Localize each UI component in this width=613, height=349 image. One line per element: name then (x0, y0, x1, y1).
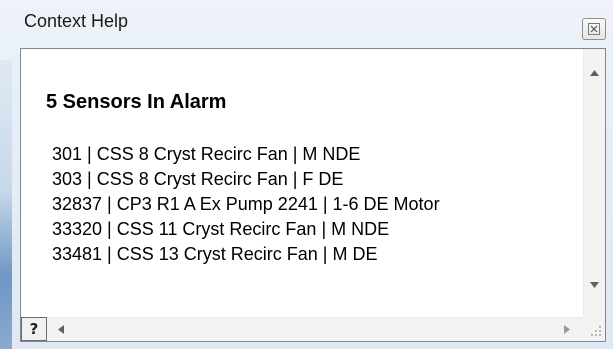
title-bar[interactable]: Context Help (0, 0, 613, 44)
resize-grip-dot (599, 330, 601, 332)
close-icon (588, 23, 600, 35)
scroll-left-arrow-icon (58, 325, 64, 334)
resize-grip-dot (599, 326, 601, 328)
sensor-item: 301 | CSS 8 Cryst Recirc Fan | M NDE (52, 144, 361, 164)
help-content-area: 5 Sensors In Alarm 301 | CSS 8 Cryst Rec… (21, 49, 583, 317)
scroll-right-button[interactable] (557, 318, 577, 341)
vertical-scrollbar[interactable] (583, 49, 605, 317)
resize-grip-dot (595, 334, 597, 336)
window-edge (0, 60, 12, 349)
resize-grip-icon (599, 334, 601, 336)
sensor-item: 303 | CSS 8 Cryst Recirc Fan | F DE (52, 169, 344, 189)
window-title: Context Help (24, 11, 129, 31)
horizontal-scrollbar[interactable] (47, 317, 583, 341)
resize-grip-dot (595, 330, 597, 332)
scroll-down-arrow-icon (590, 282, 599, 288)
resize-grip-dot (591, 334, 593, 336)
sensor-list: 301 | CSS 8 Cryst Recirc Fan | M NDE 303… (52, 142, 440, 267)
scroll-left-button[interactable] (51, 318, 71, 341)
sensor-item: 33481 | CSS 13 Cryst Recirc Fan | M DE (52, 244, 378, 264)
sensor-item: 33320 | CSS 11 Cryst Recirc Fan | M NDE (52, 219, 390, 239)
help-icon: ? (29, 320, 39, 338)
alarm-heading: 5 Sensors In Alarm (46, 91, 227, 113)
help-button[interactable]: ? (21, 317, 47, 341)
context-help-window: Context Help 5 Sensors In Alarm 301 | CS… (0, 0, 613, 349)
scroll-up-button[interactable] (584, 63, 605, 83)
scroll-up-arrow-icon (590, 70, 599, 76)
resize-grip[interactable] (583, 317, 605, 341)
scroll-down-button[interactable] (584, 275, 605, 295)
sensor-item: 32837 | CP3 R1 A Ex Pump 2241 | 1-6 DE M… (52, 194, 440, 214)
help-content-panel: 5 Sensors In Alarm 301 | CSS 8 Cryst Rec… (20, 48, 606, 342)
close-button[interactable] (582, 18, 606, 40)
scroll-right-arrow-icon (564, 325, 570, 334)
